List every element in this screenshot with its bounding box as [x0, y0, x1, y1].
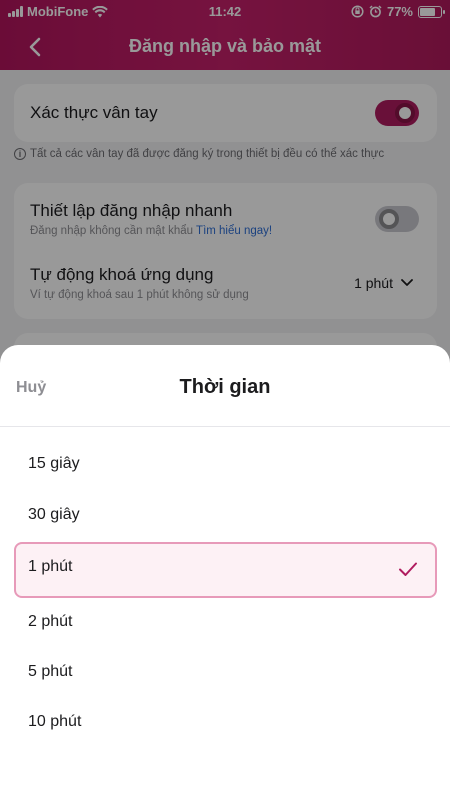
option-label: 15 giây	[28, 455, 80, 472]
time-picker-sheet: Huỷ Thời gian 15 giây 30 giây 1 phút 2 p…	[0, 345, 450, 800]
option-5-minutes[interactable]: 5 phút	[14, 647, 437, 699]
option-label: 1 phút	[28, 558, 73, 575]
option-label: 30 giây	[28, 506, 80, 523]
option-label: 2 phút	[28, 613, 73, 630]
sheet-title: Thời gian	[179, 376, 271, 398]
sheet-header: Huỷ Thời gian	[0, 345, 450, 427]
option-15-seconds[interactable]: 15 giây	[14, 439, 437, 491]
option-10-minutes[interactable]: 10 phút	[14, 697, 437, 749]
option-label: 5 phút	[28, 663, 73, 680]
option-2-minutes[interactable]: 2 phút	[14, 597, 437, 649]
option-30-seconds[interactable]: 30 giây	[14, 490, 437, 542]
option-1-minute[interactable]: 1 phút	[14, 542, 437, 598]
checkmark-icon	[399, 562, 417, 576]
option-label: 10 phút	[28, 713, 82, 730]
